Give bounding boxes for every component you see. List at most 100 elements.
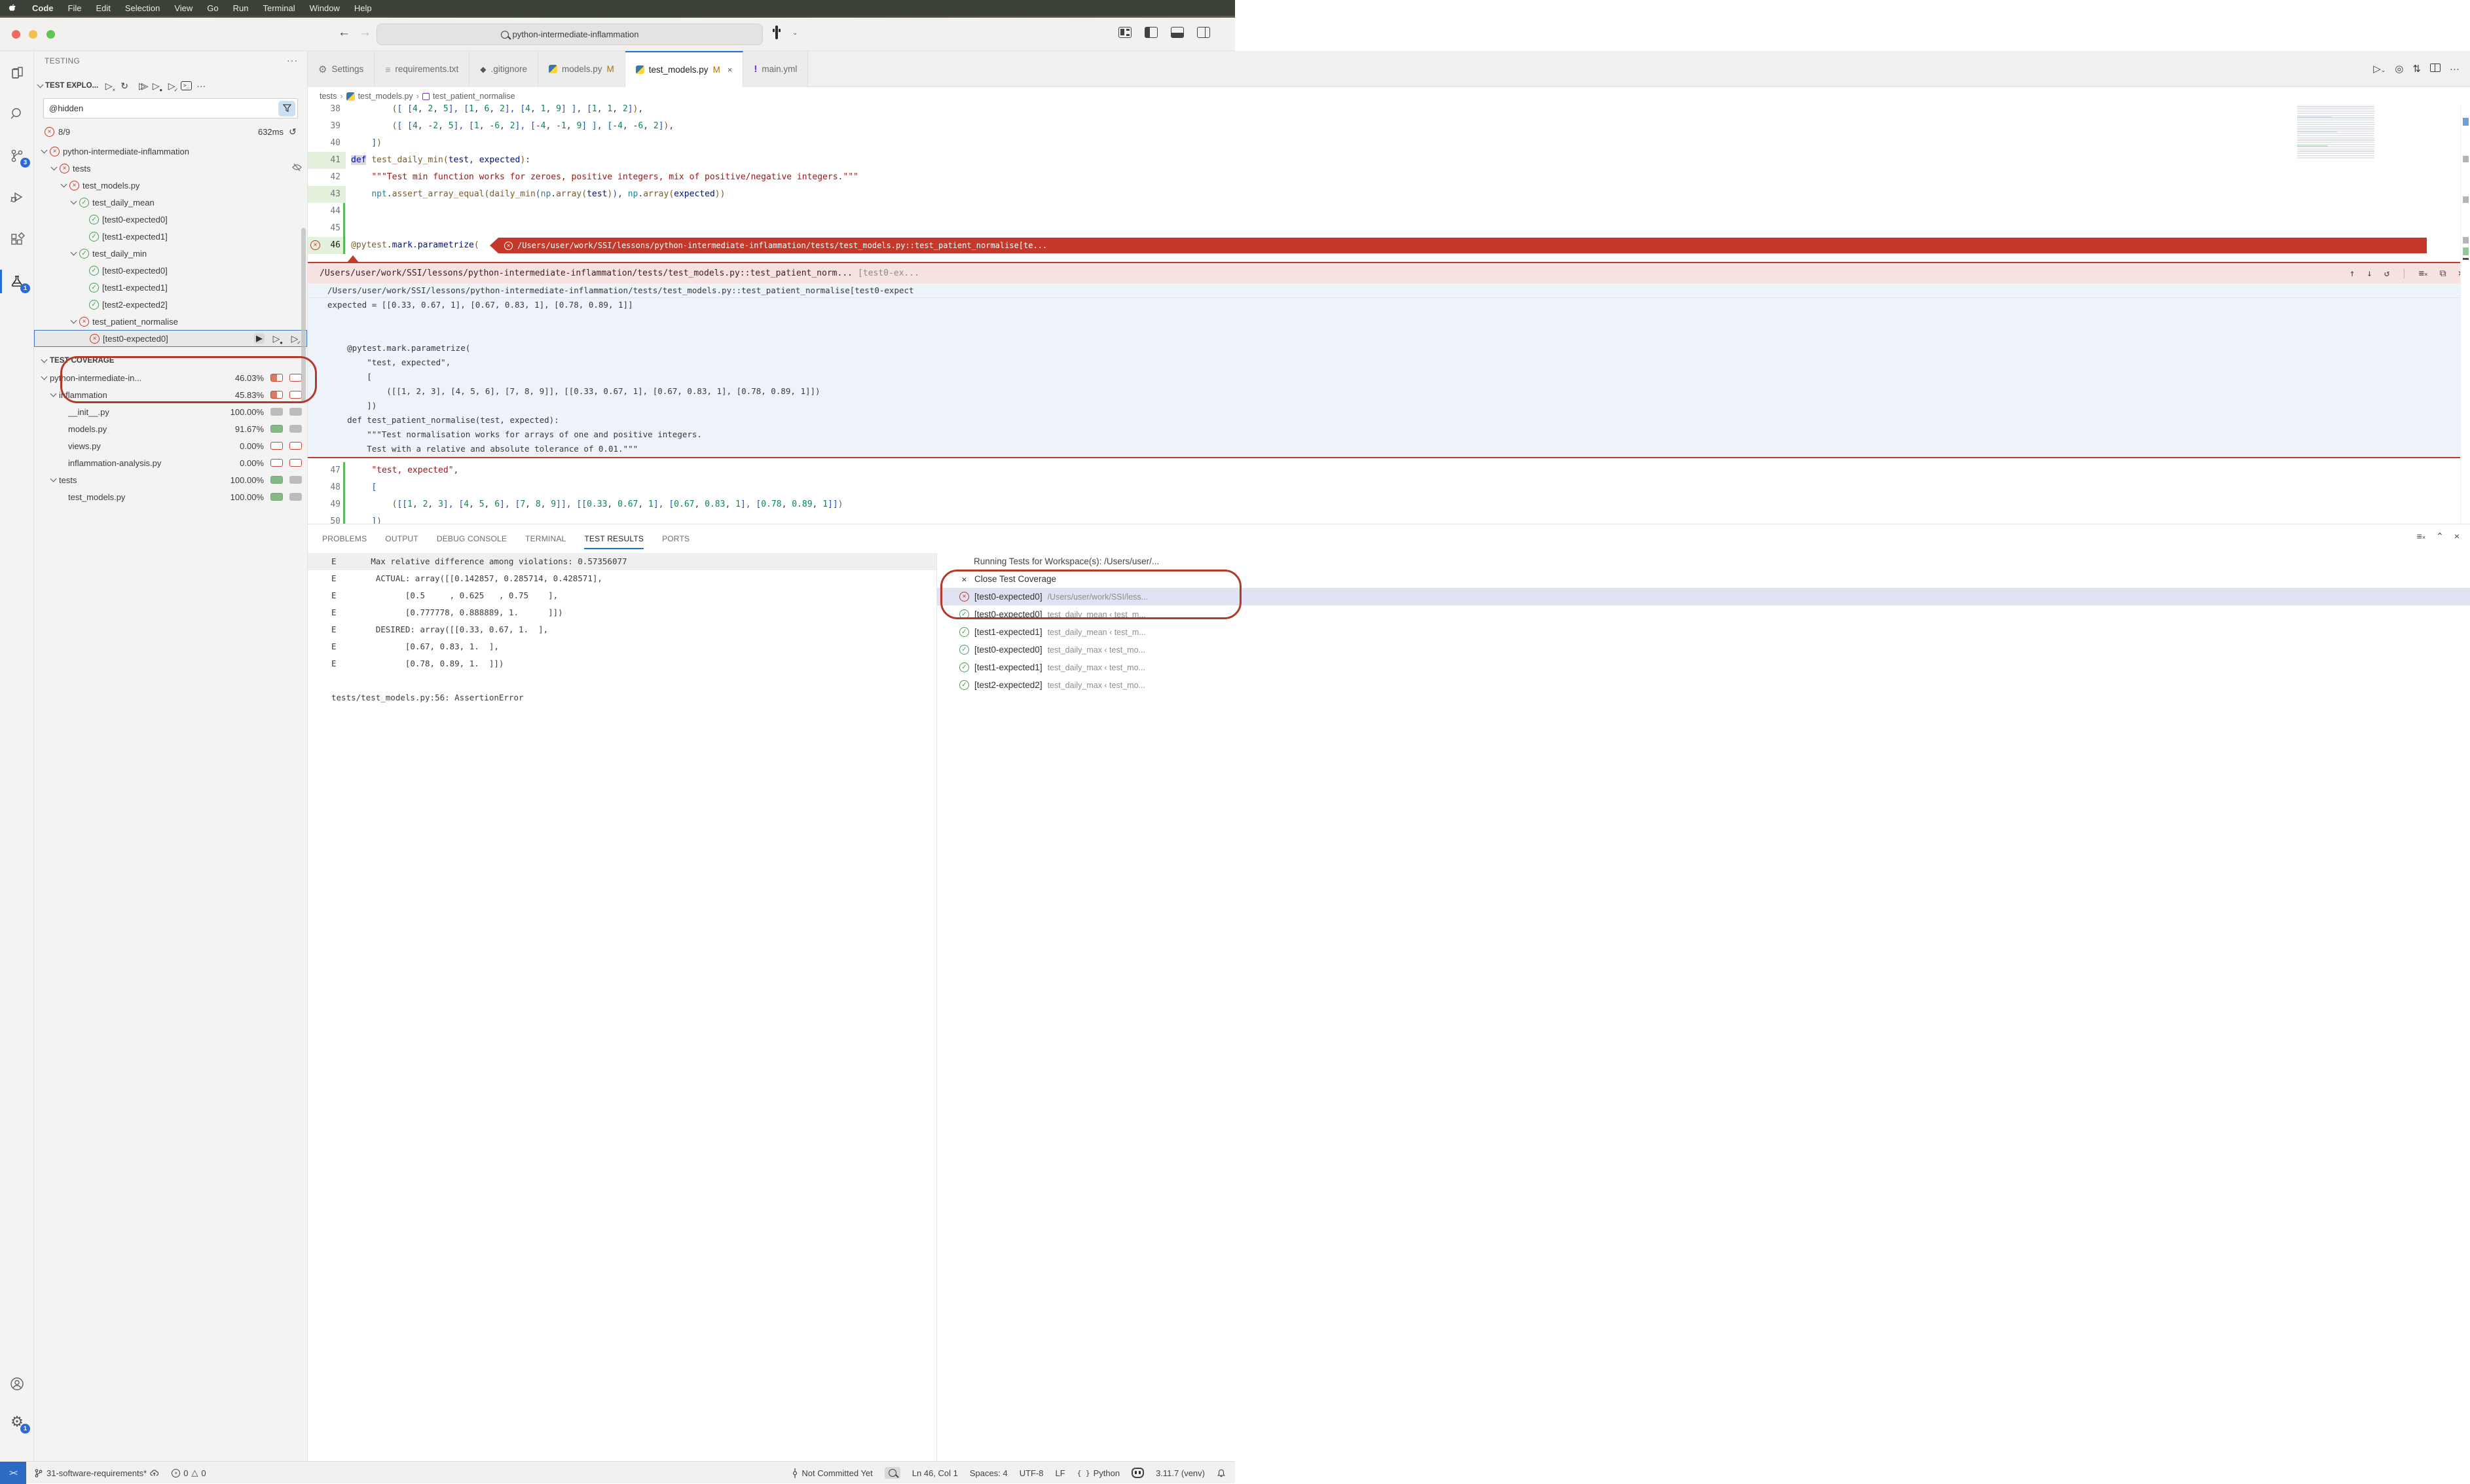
chevron-down-icon[interactable]	[71, 317, 77, 324]
close-tab-icon[interactable]: ×	[728, 65, 733, 75]
refresh-tests-icon[interactable]: ↻	[118, 81, 131, 92]
test-result-row[interactable]: ✓[test1-expected1]test_daily_mean ‹ test…	[937, 623, 2470, 641]
test-tree-item[interactable]: ✓[test1-expected1]	[34, 228, 307, 245]
test-results-output[interactable]: E Max relative difference among violatio…	[308, 553, 936, 1461]
copilot-status-icon[interactable]	[1132, 1468, 1144, 1478]
next-error-icon[interactable]: ↓	[2367, 268, 2372, 279]
breadcrumb-item[interactable]: test_patient_normalise	[433, 92, 515, 101]
tab--gitignore[interactable]: ◆.gitignore	[470, 51, 538, 87]
chevron-down-icon[interactable]	[71, 249, 77, 256]
run-python-file-icon[interactable]: ▷⌄	[2373, 63, 2386, 75]
more-actions-icon[interactable]: ···	[194, 81, 208, 91]
coverage-row[interactable]: inflammation-analysis.py0.00%	[34, 454, 307, 471]
test-tree-item[interactable]: ✓[test1-expected1]	[34, 279, 307, 296]
test-result-row[interactable]: ✓[test0-expected0]test_daily_mean ‹ test…	[937, 606, 2470, 623]
menu-item-run[interactable]: Run	[233, 3, 249, 13]
navigate-forward-icon[interactable]: →	[359, 26, 371, 40]
git-branch-item[interactable]: 31-software-requirements*	[34, 1468, 160, 1478]
code-editor[interactable]: 38 ([ [4, 2, 5], [1, 6, 2], [4, 1, 9] ],…	[308, 105, 2470, 524]
chevron-down-icon[interactable]	[37, 82, 44, 88]
chevron-down-icon[interactable]	[71, 198, 77, 205]
menu-item-window[interactable]: Window	[310, 3, 340, 13]
coverage-row[interactable]: models.py91.67%	[34, 420, 307, 437]
rerun-failed-tests-icon[interactable]: ▷×	[102, 81, 115, 92]
sidebar-scrollbar[interactable]	[301, 228, 306, 403]
test-tree-item[interactable]: ✓[test2-expected2]	[34, 296, 307, 313]
previous-error-icon[interactable]: ↑	[2350, 268, 2355, 279]
inline-test-error[interactable]: ×/Users/user/work/SSI/lessons/python-int…	[490, 238, 2427, 253]
menu-item-view[interactable]: View	[174, 3, 193, 13]
panel-tab-ports[interactable]: PORTS	[662, 524, 690, 553]
test-result-row[interactable]: ×[test0-expected0]/Users/user/work/SSI/l…	[937, 588, 2470, 606]
maximize-panel-icon[interactable]: ⌃	[2436, 531, 2444, 542]
panel-tab-output[interactable]: OUTPUT	[385, 524, 418, 553]
split-editor-icon[interactable]	[2430, 63, 2441, 75]
menu-item-selection[interactable]: Selection	[125, 3, 160, 13]
remote-indicator[interactable]: ><	[0, 1462, 26, 1484]
accounts-icon[interactable]	[0, 1369, 34, 1398]
copy-icon[interactable]: ⧉	[2440, 268, 2446, 279]
test-tree-item[interactable]: ×tests	[34, 160, 307, 177]
test-result-row[interactable]: ✓[test0-expected0]test_daily_max ‹ test_…	[937, 641, 2470, 659]
menu-item-edit[interactable]: Edit	[96, 3, 110, 13]
coverage-test-icon[interactable]: ▷✓	[288, 333, 301, 344]
peek-body[interactable]: /Users/user/work/SSI/lessons/python-inte…	[308, 283, 2470, 457]
tab-main-yml[interactable]: !main.yml	[743, 51, 808, 87]
command-center-search[interactable]: python-intermediate-inflammation	[377, 24, 763, 45]
minimize-window-button[interactable]	[29, 30, 37, 39]
test-coverage-header[interactable]: TEST COVERAGE	[34, 352, 307, 369]
hide-test-icon[interactable]	[292, 163, 302, 173]
cursor-position-item[interactable]: Ln 46, Col 1	[912, 1468, 958, 1478]
panel-tab-terminal[interactable]: TERMINAL	[525, 524, 566, 553]
test-tree-item[interactable]: ✓test_daily_min	[34, 245, 307, 262]
debug-test-icon[interactable]: ▷●	[270, 333, 283, 344]
test-filter-input[interactable]	[49, 99, 239, 118]
indentation-item[interactable]: Spaces: 4	[970, 1468, 1008, 1478]
zoom-indicator[interactable]	[885, 1467, 900, 1479]
test-tree-item[interactable]: ✓[test0-expected0]	[34, 211, 307, 228]
menu-item-go[interactable]: Go	[207, 3, 218, 13]
menu-item-help[interactable]: Help	[354, 3, 372, 13]
extensions-icon[interactable]	[0, 225, 34, 254]
customize-layout-icon[interactable]	[1118, 27, 1132, 38]
run-debug-icon[interactable]	[0, 183, 34, 212]
chevron-down-icon[interactable]	[51, 164, 58, 171]
test-result-row[interactable]: ✓[test2-expected2]test_daily_max ‹ test_…	[937, 676, 2470, 694]
test-tree-item[interactable]: ✓test_daily_mean	[34, 194, 307, 211]
sidebar-more-actions-icon[interactable]: ···	[287, 55, 298, 65]
overview-ruler[interactable]	[2460, 105, 2470, 524]
more-editor-actions-icon[interactable]: ···	[2450, 63, 2460, 75]
tab-models-py[interactable]: models.pyM	[538, 51, 625, 87]
test-result-row[interactable]: ×Close Test Coverage	[937, 570, 2470, 588]
test-tree-item[interactable]: ×test_models.py	[34, 177, 307, 194]
zoom-window-button[interactable]	[46, 30, 55, 39]
notifications-bell-icon[interactable]	[1217, 1468, 1226, 1478]
toggle-primary-sidebar-icon[interactable]	[1145, 27, 1158, 38]
run-all-tests-icon[interactable]: ▷▷	[134, 81, 147, 92]
settings-gear-icon[interactable]: ⚙ 1	[0, 1407, 34, 1436]
history-icon[interactable]: ↺	[2384, 268, 2389, 279]
test-terminal-icon[interactable]: >_	[181, 81, 192, 90]
copilot-icon[interactable]	[775, 27, 778, 39]
panel-tab-debug-console[interactable]: DEBUG CONSOLE	[437, 524, 507, 553]
coverage-row[interactable]: tests100.00%	[34, 471, 307, 488]
clear-output-icon[interactable]: ≡×	[2419, 268, 2428, 279]
test-tree-item[interactable]: ✓[test0-expected0]	[34, 262, 307, 279]
toggle-secondary-sidebar-icon[interactable]	[1197, 27, 1210, 38]
close-panel-icon[interactable]: ×	[2454, 531, 2460, 542]
apple-icon[interactable]	[9, 3, 18, 13]
coverage-row[interactable]: __init__.py100.00%	[34, 403, 307, 420]
copilot-chevron-icon[interactable]: ⌄	[792, 29, 798, 37]
run-or-debug-icon[interactable]: ◎	[2395, 63, 2403, 75]
test-tree-item[interactable]: ×test_patient_normalise	[34, 313, 307, 330]
tab-requirements-txt[interactable]: ≡requirements.txt	[375, 51, 470, 87]
chevron-down-icon[interactable]	[61, 181, 67, 188]
navigate-back-icon[interactable]: ←	[338, 26, 350, 40]
commit-status-item[interactable]: Not Committed Yet	[792, 1468, 872, 1478]
debug-all-tests-icon[interactable]: ▷●	[149, 81, 162, 92]
run-tests-coverage-icon[interactable]: ▷✓	[165, 81, 178, 92]
menu-item-file[interactable]: File	[68, 3, 82, 13]
test-tree-item[interactable]: ×[test0-expected0]▶▷●▷✓	[34, 330, 307, 347]
tab-test-models-py[interactable]: test_models.pyM×	[625, 51, 744, 87]
breadcrumb-item[interactable]: test_models.py	[358, 92, 413, 101]
